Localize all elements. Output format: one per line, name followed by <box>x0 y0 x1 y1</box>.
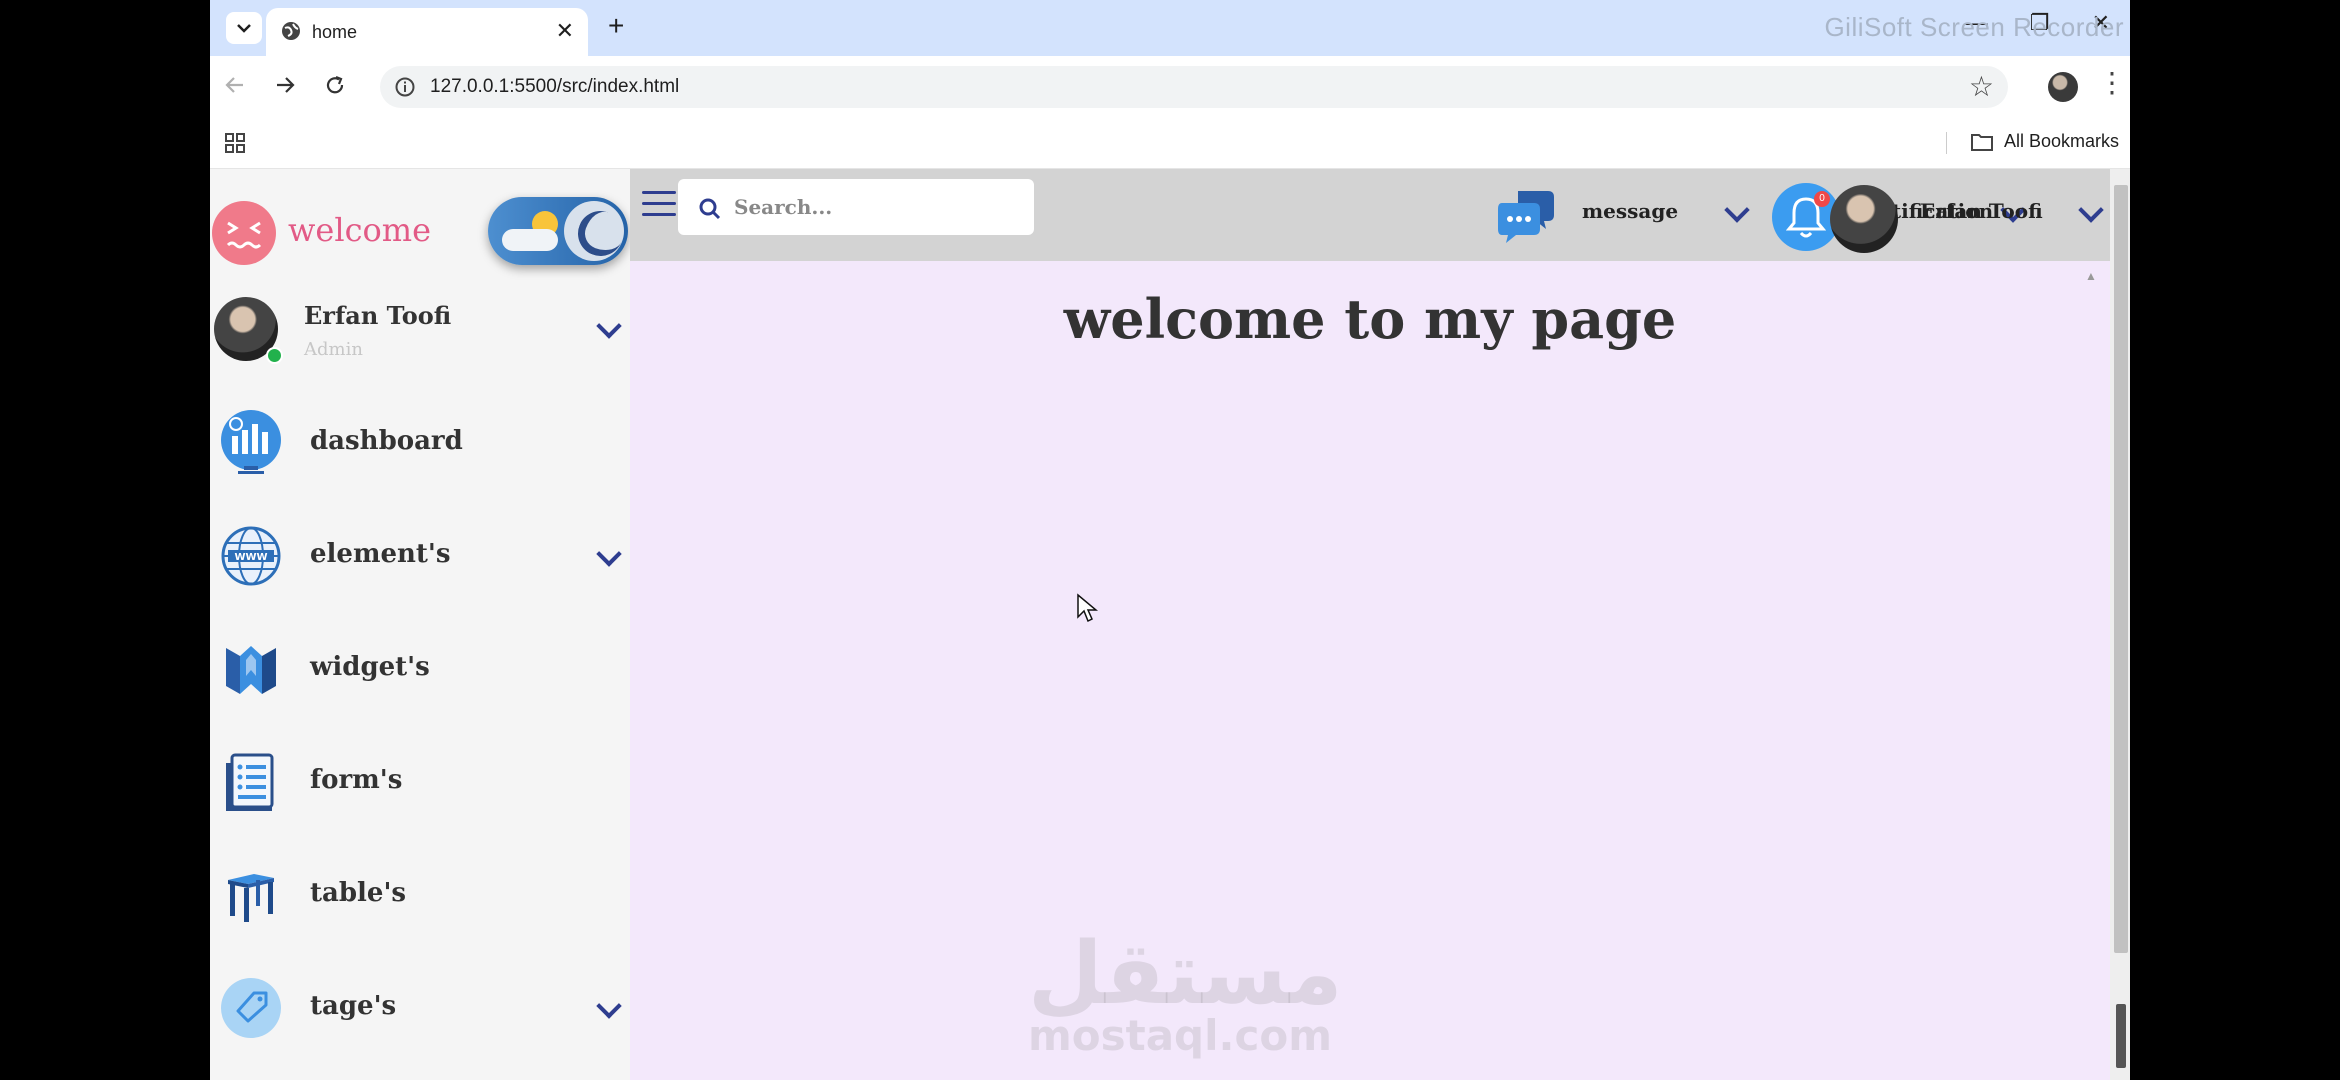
message-label[interactable]: message <box>1582 199 1678 223</box>
scrollbar-thumb-secondary[interactable] <box>2116 1004 2126 1068</box>
watermark-latin: mostaql.com <box>1028 1011 1332 1060</box>
moon-icon <box>564 201 624 261</box>
reload-button[interactable] <box>324 72 346 103</box>
back-button[interactable] <box>224 72 246 103</box>
page-title: welcome to my page <box>1063 287 1677 351</box>
bookmarks-bar: All Bookmarks <box>210 118 2130 169</box>
topbar-user-name[interactable]: Erfan Toofi <box>1920 199 2043 223</box>
message-chat-icon[interactable] <box>1496 187 1556 247</box>
user-name: Erfan Toofi <box>304 301 452 330</box>
sidebar-item-label: tage's <box>310 991 397 1021</box>
mostaql-watermark: مستقل mostaql.com <box>1028 924 1343 1060</box>
close-tab-icon[interactable]: ✕ <box>556 18 574 44</box>
sidebar-item-label: table's <box>310 878 407 908</box>
browser-tab-bar: home ✕ + — ❐ ✕ GiliSoft Screen Recorder <box>210 0 2130 56</box>
sidebar-item-widgets[interactable]: widget's <box>210 620 630 720</box>
browser-toolbar: 127.0.0.1:5500/src/index.html ☆ ⋮ <box>210 56 2130 118</box>
reload-icon <box>326 75 344 94</box>
sidebar-item-elements[interactable]: WWW element's <box>210 507 630 607</box>
sidebar: welcome Erfan Toofi Admin dashboard WWW … <box>210 169 630 1080</box>
notification-count-badge: 0 <box>1814 191 1830 207</box>
theme-toggle[interactable] <box>488 197 628 265</box>
search-box <box>678 179 1034 235</box>
sidebar-item-tables[interactable]: table's <box>210 846 630 946</box>
avatar[interactable] <box>1830 185 1898 253</box>
browser-menu-icon[interactable]: ⋮ <box>2098 66 2126 99</box>
sidebar-item-label: dashboard <box>310 426 463 456</box>
scrollbar[interactable] <box>2110 169 2130 1080</box>
tab-search-button[interactable] <box>226 12 262 44</box>
site-info-icon[interactable] <box>394 76 416 98</box>
chevron-down-icon[interactable] <box>2078 197 2104 223</box>
new-tab-button[interactable]: + <box>608 10 624 42</box>
form-icon <box>226 753 274 811</box>
arrow-left-icon <box>225 77 243 93</box>
widget-icon <box>226 646 276 694</box>
chevron-down-icon[interactable] <box>596 993 622 1019</box>
hamburger-menu-icon[interactable] <box>642 191 676 224</box>
chevron-down-icon[interactable] <box>596 313 622 339</box>
url-text: 127.0.0.1:5500/src/index.html <box>430 76 680 97</box>
dashboard-icon <box>221 410 281 474</box>
table-icon <box>228 874 274 922</box>
forward-button[interactable] <box>274 72 296 103</box>
sidebar-user[interactable]: Erfan Toofi Admin <box>210 293 630 373</box>
address-bar[interactable]: 127.0.0.1:5500/src/index.html ☆ <box>380 66 2008 108</box>
user-role: Admin <box>304 339 363 360</box>
apps-grid-icon[interactable] <box>224 132 246 154</box>
scroll-up-icon[interactable]: ▲ <box>2085 269 2097 283</box>
folder-icon <box>1971 134 1993 151</box>
online-status-dot <box>266 347 283 364</box>
arrow-right-icon <box>277 77 295 93</box>
search-input[interactable] <box>732 191 1026 223</box>
globe-www-icon: WWW <box>221 526 281 586</box>
chevron-down-icon[interactable] <box>1724 197 1750 223</box>
sidebar-item-label: form's <box>310 765 403 795</box>
sidebar-item-label: element's <box>310 539 451 569</box>
sidebar-item-tags[interactable]: tage's <box>210 959 630 1059</box>
cloud-icon <box>502 229 558 251</box>
sidebar-item-dashboard[interactable]: dashboard <box>210 394 630 494</box>
page-content: welcome Erfan Toofi Admin dashboard WWW … <box>210 169 2130 1080</box>
bookmarks-separator <box>1946 132 1947 154</box>
welcome-title: welcome <box>288 211 432 249</box>
chevron-down-icon <box>237 24 251 33</box>
scrollbar-thumb[interactable] <box>2114 185 2128 953</box>
sidebar-item-label: widget's <box>310 652 430 682</box>
search-icon <box>699 198 721 220</box>
watermark-arabic: مستقل <box>1028 924 1343 1024</box>
bookmark-star-icon[interactable]: ☆ <box>1969 70 1994 103</box>
screen: home ✕ + — ❐ ✕ GiliSoft Screen Recorder … <box>210 0 2130 1080</box>
all-bookmarks-link[interactable]: All Bookmarks <box>2004 131 2119 152</box>
tab-title: home <box>312 22 358 42</box>
recorder-watermark: GiliSoft Screen Recorder <box>1824 12 2124 42</box>
profile-avatar[interactable] <box>2048 72 2078 102</box>
browser-tab[interactable]: home ✕ <box>266 8 588 56</box>
sidebar-item-forms[interactable]: form's <box>210 733 630 833</box>
globe-icon <box>282 22 300 40</box>
mouse-cursor-icon <box>1077 593 1098 623</box>
svg-text:WWW: WWW <box>234 552 267 563</box>
tag-icon <box>221 978 281 1038</box>
welcome-emoji-icon <box>212 201 276 265</box>
top-bar: message 0 notification Erfan Toofi <box>630 169 2110 261</box>
chevron-down-icon[interactable] <box>596 541 622 567</box>
